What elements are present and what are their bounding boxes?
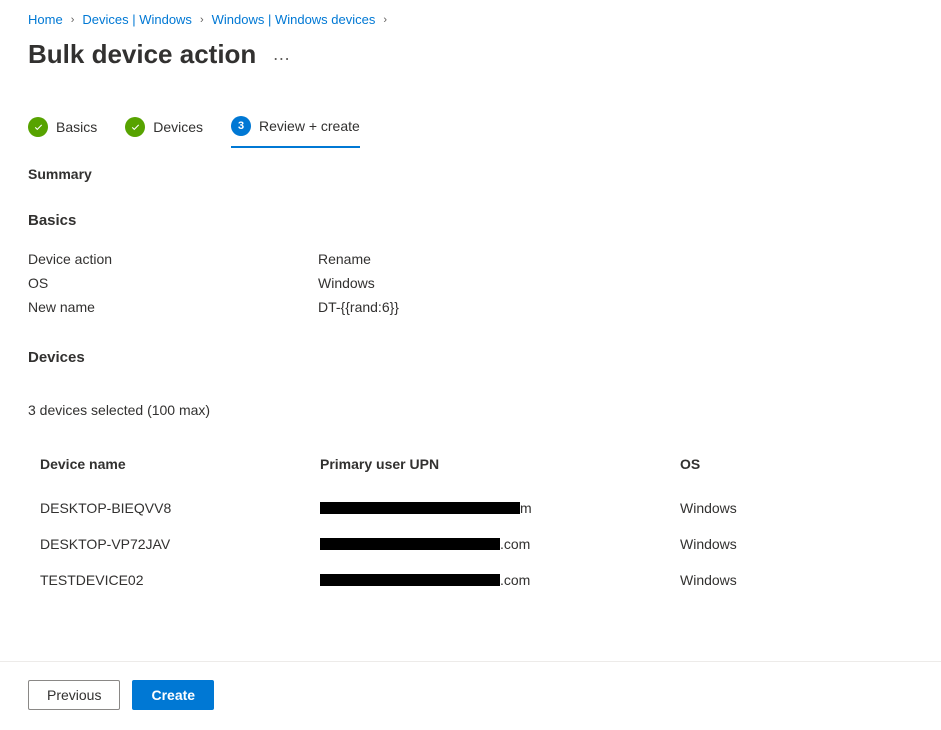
kv-label: New name <box>28 299 318 315</box>
table-row: TESTDEVICE02 .com Windows <box>28 562 913 598</box>
upn-suffix: m <box>520 500 532 516</box>
cell-upn: m <box>308 490 668 526</box>
chevron-right-icon: › <box>200 14 204 26</box>
tab-label: Review + create <box>259 118 360 134</box>
kv-row: Device action Rename <box>28 247 913 271</box>
table-header-row: Device name Primary user UPN OS <box>28 446 913 490</box>
breadcrumb-devices-windows[interactable]: Devices | Windows <box>82 12 192 27</box>
check-circle-icon <box>28 117 48 137</box>
create-button[interactable]: Create <box>132 680 214 710</box>
footer-actions: Previous Create <box>0 661 941 730</box>
devices-heading: Devices <box>28 349 913 366</box>
kv-label: OS <box>28 275 318 291</box>
kv-value: Rename <box>318 251 371 267</box>
kv-label: Device action <box>28 251 318 267</box>
selected-count: 3 devices selected (100 max) <box>28 402 913 418</box>
tab-label: Basics <box>56 119 97 135</box>
basics-heading: Basics <box>28 212 913 229</box>
breadcrumb-windows-devices[interactable]: Windows | Windows devices <box>212 12 376 27</box>
cell-device-name: DESKTOP-BIEQVV8 <box>28 490 308 526</box>
tab-devices[interactable]: Devices <box>125 117 203 147</box>
upn-suffix: .com <box>500 572 530 588</box>
kv-value: Windows <box>318 275 375 291</box>
tab-review-create[interactable]: 3 Review + create <box>231 116 360 148</box>
redacted-text <box>320 502 520 514</box>
tab-label: Devices <box>153 119 203 135</box>
check-circle-icon <box>125 117 145 137</box>
th-device-name[interactable]: Device name <box>28 446 308 490</box>
kv-row: New name DT-{{rand:6}} <box>28 295 913 319</box>
cell-upn: .com <box>308 526 668 562</box>
cell-os: Windows <box>668 562 913 598</box>
th-os[interactable]: OS <box>668 446 913 490</box>
devices-table: Device name Primary user UPN OS DESKTOP-… <box>28 446 913 598</box>
redacted-text <box>320 538 500 550</box>
redacted-text <box>320 574 500 586</box>
th-primary-upn[interactable]: Primary user UPN <box>308 446 668 490</box>
cell-device-name: TESTDEVICE02 <box>28 562 308 598</box>
breadcrumb-home[interactable]: Home <box>28 12 63 27</box>
kv-value: DT-{{rand:6}} <box>318 299 399 315</box>
kv-row: OS Windows <box>28 271 913 295</box>
chevron-right-icon: › <box>383 14 387 26</box>
cell-upn: .com <box>308 562 668 598</box>
page-title: Bulk device action <box>28 39 256 70</box>
summary-heading: Summary <box>28 166 913 182</box>
more-actions-icon[interactable]: … <box>272 44 291 65</box>
table-row: DESKTOP-VP72JAV .com Windows <box>28 526 913 562</box>
step-number-icon: 3 <box>231 116 251 136</box>
cell-os: Windows <box>668 526 913 562</box>
cell-os: Windows <box>668 490 913 526</box>
page-header: Bulk device action … <box>0 31 941 94</box>
chevron-right-icon: › <box>71 14 75 26</box>
tab-basics[interactable]: Basics <box>28 117 97 147</box>
wizard-tabs: Basics Devices 3 Review + create <box>0 94 941 148</box>
content-area: Summary Basics Device action Rename OS W… <box>0 148 941 598</box>
table-row: DESKTOP-BIEQVV8 m Windows <box>28 490 913 526</box>
breadcrumb: Home › Devices | Windows › Windows | Win… <box>0 0 941 31</box>
previous-button[interactable]: Previous <box>28 680 120 710</box>
cell-device-name: DESKTOP-VP72JAV <box>28 526 308 562</box>
upn-suffix: .com <box>500 536 530 552</box>
